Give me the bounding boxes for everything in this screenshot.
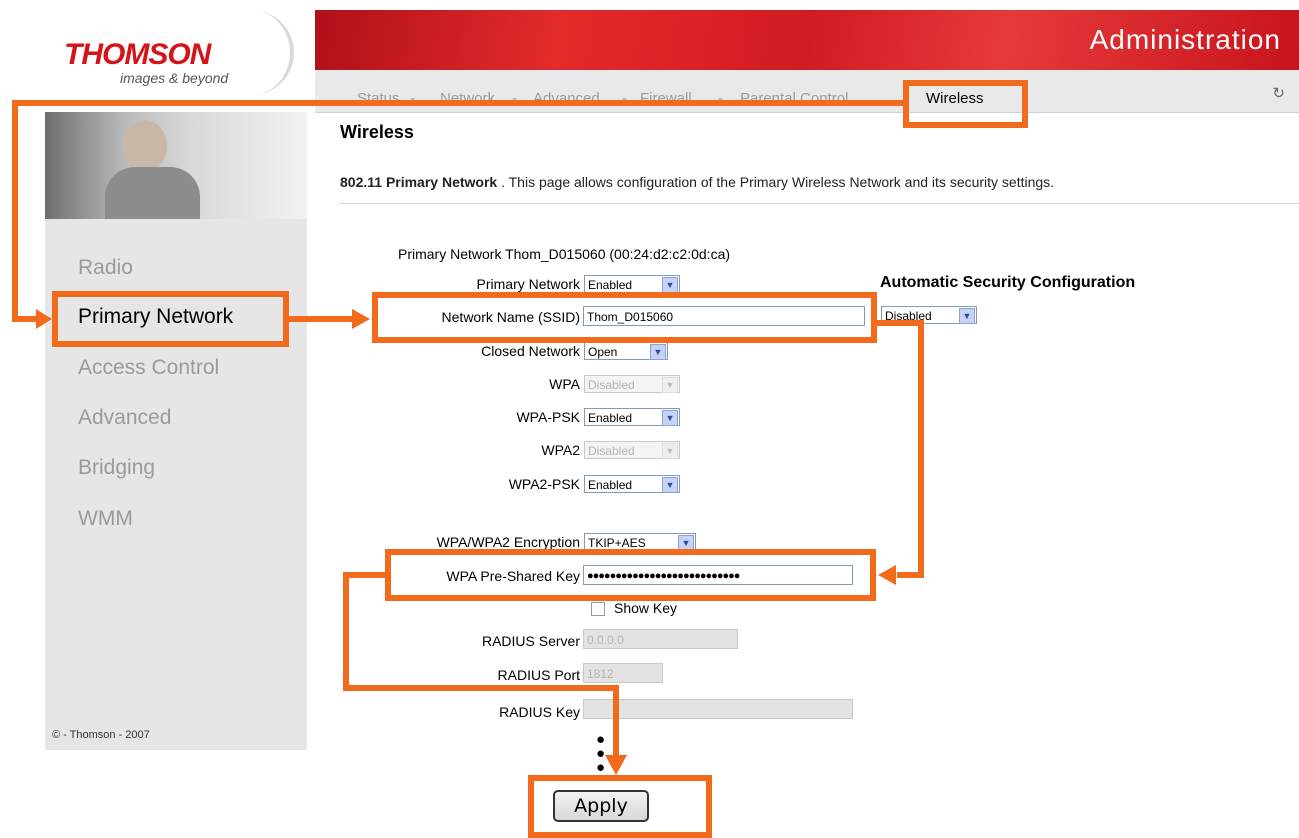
logo-swoosh xyxy=(230,10,294,95)
encryption-label: WPA/WPA2 Encryption xyxy=(436,534,580,550)
wpa-psk-value: Enabled xyxy=(588,411,633,425)
annotation-line xyxy=(343,572,349,691)
photo-person-head xyxy=(123,120,167,172)
highlight-box-ssid xyxy=(372,292,877,343)
radius-key-input[interactable] xyxy=(583,699,853,719)
chevron-down-icon: ▼ xyxy=(662,477,678,493)
sidebar-photo xyxy=(45,112,307,219)
wpa-select[interactable]: Disabled ▼ xyxy=(584,375,680,393)
annotation-line xyxy=(12,100,904,106)
wpa-label: WPA xyxy=(549,376,580,392)
wpa2-select[interactable]: Disabled ▼ xyxy=(584,441,680,459)
arrow-left-icon xyxy=(878,565,896,585)
annotation-line xyxy=(343,685,619,691)
wpa2-value: Disabled xyxy=(588,444,635,458)
arrow-right-icon xyxy=(36,309,52,329)
radius-port-input[interactable]: 1812 xyxy=(583,663,663,683)
chevron-down-icon: ▼ xyxy=(650,344,666,360)
chevron-down-icon: ▼ xyxy=(662,443,678,459)
sidebar-item-wmm[interactable]: WMM xyxy=(78,507,133,531)
wpa2-psk-select[interactable]: Enabled ▼ xyxy=(584,475,680,493)
page-description: 802.11 Primary Network . This page allow… xyxy=(340,174,1054,190)
wpa2-label: WPA2 xyxy=(541,442,580,458)
annotation-line xyxy=(343,572,387,578)
radius-key-label: RADIUS Key xyxy=(499,704,580,720)
sidebar-item-radio[interactable]: Radio xyxy=(78,256,133,280)
page-description-title: 802.11 Primary Network xyxy=(340,174,498,190)
page-description-text: . This page allows configuration of the … xyxy=(497,174,1055,190)
brand-tagline: images & beyond xyxy=(120,70,229,86)
wpa2-psk-value: Enabled xyxy=(588,478,633,492)
annotation-line xyxy=(877,320,924,326)
annotation-line xyxy=(918,320,924,578)
network-info: Primary Network Thom_D015060 (00:24:d2:c… xyxy=(398,246,731,262)
primary-network-select[interactable]: Enabled ▼ xyxy=(584,275,680,293)
closed-network-label: Closed Network xyxy=(481,343,580,359)
header-title: Administration xyxy=(1089,24,1281,55)
encryption-value: TKIP+AES xyxy=(588,536,646,550)
highlight-box-psk xyxy=(385,549,876,601)
arrow-down-icon xyxy=(605,755,627,775)
page-title: Wireless xyxy=(340,122,414,142)
sidebar-item-bridging[interactable]: Bridging xyxy=(78,456,155,480)
annotation-line xyxy=(613,685,619,757)
closed-network-value: Open xyxy=(588,345,618,359)
annotation-line xyxy=(12,100,18,322)
wpa-psk-select[interactable]: Enabled ▼ xyxy=(584,408,680,426)
wpa2-psk-label: WPA2-PSK xyxy=(508,476,580,492)
highlight-box-primary-network xyxy=(52,291,289,347)
chevron-down-icon: ▼ xyxy=(662,410,678,426)
highlight-box-apply xyxy=(528,775,712,838)
show-key-checkbox[interactable] xyxy=(591,602,605,616)
chevron-down-icon: ▼ xyxy=(959,308,975,324)
wpa-psk-label: WPA-PSK xyxy=(516,409,580,425)
sidebar-item-access-control[interactable]: Access Control xyxy=(78,356,219,380)
refresh-icon[interactable]: ↻ xyxy=(1272,84,1285,102)
annotation-line xyxy=(897,572,924,578)
photo-person-body xyxy=(105,167,200,219)
radius-port-label: RADIUS Port xyxy=(497,667,580,683)
divider xyxy=(340,203,1299,204)
brand-logo: THOMSON xyxy=(64,38,211,71)
copyright: © - Thomson - 2007 xyxy=(52,729,150,741)
annotation-line xyxy=(289,316,353,322)
wpa-value: Disabled xyxy=(588,378,635,392)
primary-network-label: Primary Network xyxy=(476,276,580,292)
chevron-down-icon: ▼ xyxy=(662,277,678,293)
top-nav: Status - Network - Advanced - Firewall -… xyxy=(315,70,1299,113)
radius-server-label: RADIUS Server xyxy=(481,633,580,649)
logo-area: THOMSON images & beyond xyxy=(0,0,320,95)
annotation-line xyxy=(12,316,38,322)
chevron-down-icon: ▼ xyxy=(662,377,678,393)
radius-server-input[interactable]: 0.0.0.0 xyxy=(583,629,738,649)
closed-network-select[interactable]: Open ▼ xyxy=(584,342,668,360)
highlight-box-wireless-tab xyxy=(903,80,1028,128)
auto-security-label: Automatic Security Configuration xyxy=(880,274,1136,291)
sidebar-item-advanced[interactable]: Advanced xyxy=(78,406,171,430)
show-key-label: Show Key xyxy=(614,600,678,616)
header-banner: Administration xyxy=(315,10,1299,70)
primary-network-value: Enabled xyxy=(588,278,633,292)
arrow-right-icon xyxy=(352,309,370,329)
